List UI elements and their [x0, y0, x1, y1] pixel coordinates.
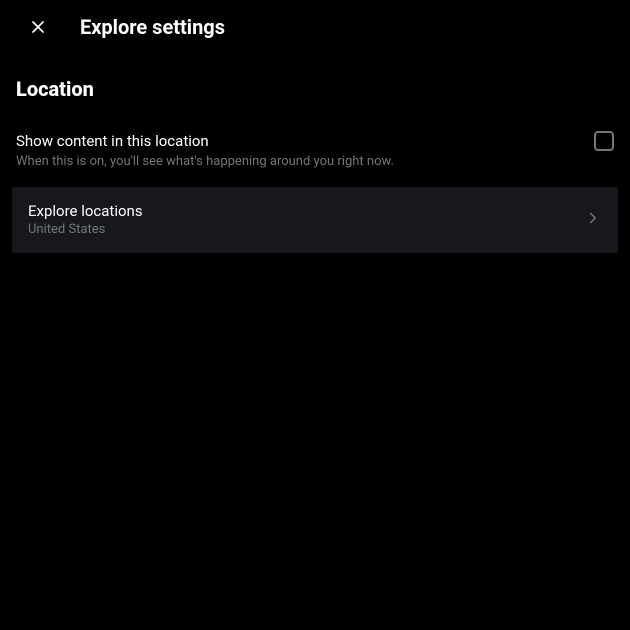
setting-description: When this is on, you'll see what's happe…: [16, 153, 578, 171]
explore-text: Explore locations United States: [28, 201, 584, 239]
section-heading-location: Location: [0, 65, 630, 105]
chevron-right-icon: [584, 209, 602, 231]
close-icon: [28, 17, 48, 37]
setting-show-content-location: Show content in this location When this …: [0, 119, 630, 183]
explore-locations-title: Explore locations: [28, 201, 584, 221]
show-content-checkbox[interactable]: [594, 131, 614, 151]
explore-locations-subtitle: United States: [28, 221, 584, 239]
header: Explore settings: [0, 0, 630, 53]
setting-text: Show content in this location When this …: [16, 131, 594, 171]
close-button[interactable]: [20, 9, 56, 45]
setting-title: Show content in this location: [16, 131, 578, 151]
explore-locations-row[interactable]: Explore locations United States: [12, 187, 618, 253]
page-title: Explore settings: [80, 15, 225, 39]
